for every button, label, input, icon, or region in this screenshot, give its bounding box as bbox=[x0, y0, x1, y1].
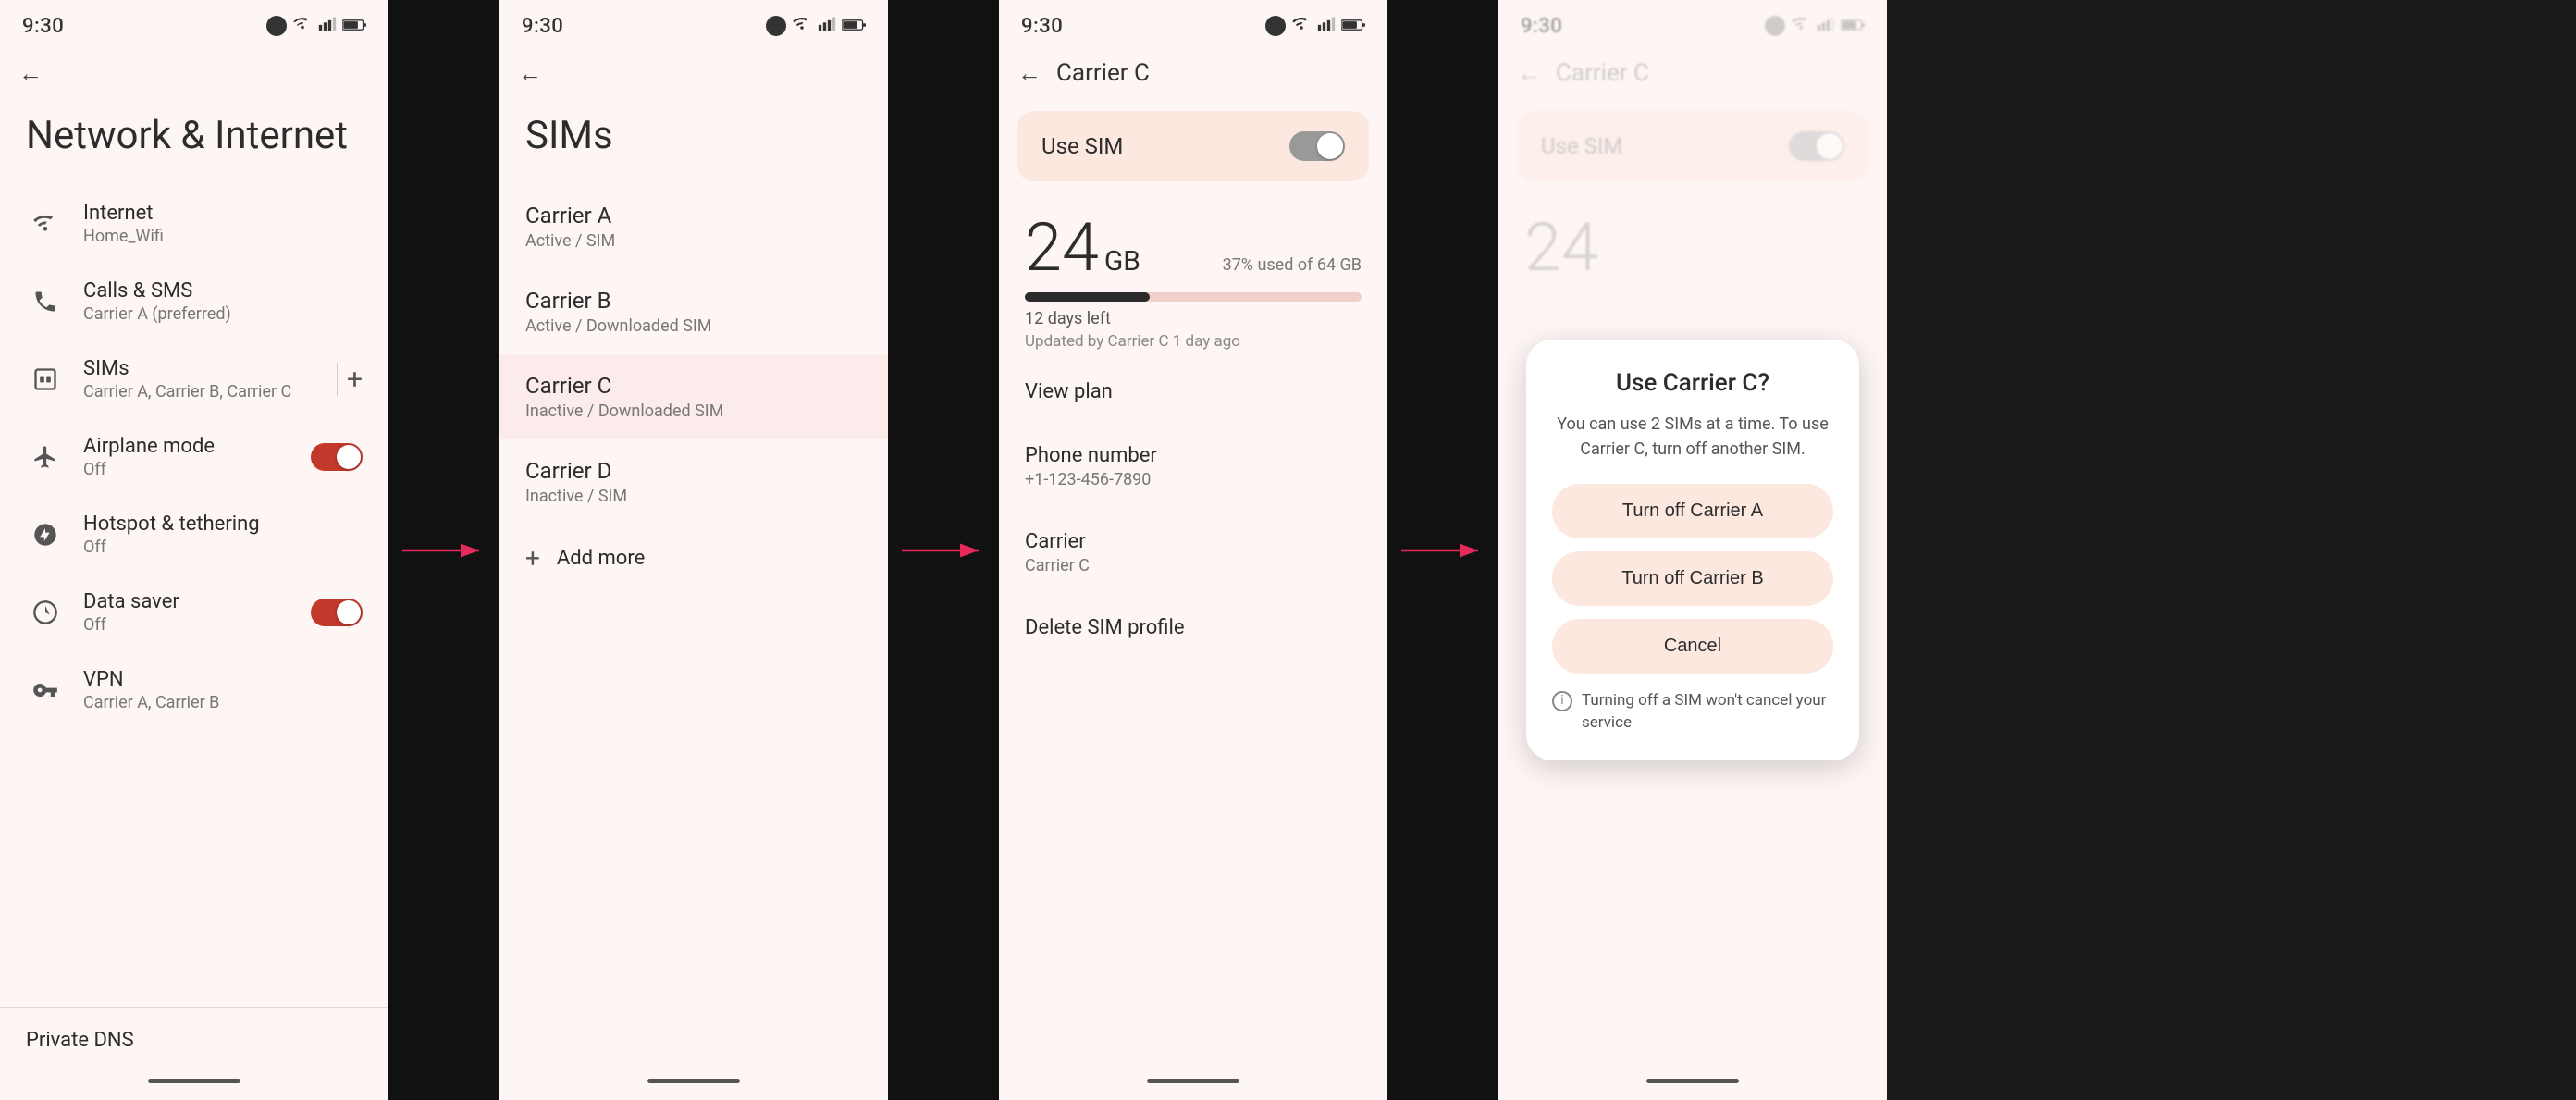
delete-profile-item[interactable]: Delete SIM profile bbox=[999, 596, 1387, 660]
status-bar-1: 9:30 bbox=[0, 0, 388, 48]
camera-icon-3 bbox=[1265, 16, 1286, 36]
phone-number-item: Phone number +1-123-456-7890 bbox=[999, 424, 1387, 510]
battery-icon-3 bbox=[1341, 18, 1365, 35]
wifi-menu-icon bbox=[26, 204, 65, 243]
menu-item-hotspot[interactable]: Hotspot & tethering Off bbox=[0, 496, 388, 574]
menu-item-calls[interactable]: Calls & SMS Carrier A (preferred) bbox=[0, 263, 388, 340]
menu-item-sims[interactable]: SIMs Carrier A, Carrier B, Carrier C + bbox=[0, 340, 388, 418]
airplane-toggle[interactable] bbox=[311, 443, 363, 471]
vpn-menu-icon bbox=[26, 671, 65, 710]
battery-icon-1 bbox=[342, 18, 366, 35]
back-row-2: ← bbox=[499, 48, 888, 94]
data-bar-bg bbox=[1025, 292, 1362, 302]
back-arrow-1[interactable]: ← bbox=[18, 59, 43, 88]
use-sim-toggle[interactable] bbox=[1289, 131, 1345, 161]
private-dns-row[interactable]: Private DNS bbox=[0, 1007, 388, 1072]
menu-item-datasaver-text: Data saver Off bbox=[83, 590, 311, 635]
menu-item-vpn-text: VPN Carrier A, Carrier B bbox=[83, 668, 363, 712]
back-arrow-3[interactable]: ← bbox=[1017, 59, 1041, 88]
screen4: 9:30 ← Carrier C Use SIM bbox=[1498, 0, 1887, 1100]
signal-icon-1 bbox=[318, 17, 337, 35]
add-more-btn[interactable]: + Add more bbox=[499, 525, 888, 592]
nav-line-2 bbox=[647, 1079, 740, 1083]
cancel-btn[interactable]: Cancel bbox=[1552, 619, 1833, 674]
status-icons-1 bbox=[266, 16, 366, 36]
back-row-3: ← Carrier C bbox=[999, 48, 1387, 94]
turn-off-carrier-a-btn[interactable]: Turn off Carrier A bbox=[1552, 484, 1833, 538]
status-icons-3 bbox=[1265, 16, 1365, 36]
status-time-3: 9:30 bbox=[1021, 15, 1063, 38]
menu-item-sims-text: SIMs Carrier A, Carrier B, Carrier C bbox=[83, 357, 337, 402]
menu-item-calls-text: Calls & SMS Carrier A (preferred) bbox=[83, 279, 363, 324]
status-icons-2 bbox=[766, 16, 866, 36]
airplane-menu-icon bbox=[26, 438, 65, 476]
camera-icon-2 bbox=[766, 16, 786, 36]
carrier-item: Carrier Carrier C bbox=[999, 510, 1387, 596]
data-days: 12 days left bbox=[1025, 309, 1362, 328]
status-bar-3: 9:30 bbox=[999, 0, 1387, 48]
sep3 bbox=[1387, 0, 1498, 1100]
sep1 bbox=[388, 0, 499, 1100]
screen1: 9:30 ← Network & Internet Internet Home_… bbox=[0, 0, 388, 1100]
camera-icon bbox=[266, 16, 287, 36]
battery-icon-2 bbox=[842, 18, 866, 35]
view-plan-item[interactable]: View plan bbox=[999, 360, 1387, 424]
dialog-title: Use Carrier C? bbox=[1552, 369, 1833, 397]
data-bar-fill bbox=[1025, 292, 1150, 302]
menu-item-vpn[interactable]: VPN Carrier A, Carrier B bbox=[0, 651, 388, 729]
add-sim-btn[interactable]: + bbox=[347, 364, 363, 396]
menu-item-internet-text: Internet Home_Wifi bbox=[83, 202, 363, 246]
sim-carrier-c[interactable]: Carrier C Inactive / Downloaded SIM bbox=[499, 354, 888, 439]
back-row-1: ← bbox=[0, 48, 388, 94]
status-time-1: 9:30 bbox=[22, 15, 64, 38]
wifi-icon-1 bbox=[292, 17, 313, 35]
data-section: 24GB 37% used of 64 GB 12 days left Upda… bbox=[999, 198, 1387, 360]
sims-divider bbox=[337, 363, 338, 396]
use-sim-row[interactable]: Use SIM bbox=[1017, 111, 1369, 181]
data-percent: 37% used of 64 GB bbox=[1223, 255, 1362, 275]
menu-item-internet[interactable]: Internet Home_Wifi bbox=[0, 185, 388, 263]
datasaver-menu-icon bbox=[26, 593, 65, 632]
nav-line-1 bbox=[148, 1079, 240, 1083]
sim-carrier-a[interactable]: Carrier A Active / SIM bbox=[499, 184, 888, 269]
wifi-icon-3 bbox=[1291, 17, 1312, 35]
menu-item-airplane-text: Airplane mode Off bbox=[83, 435, 311, 479]
screen1-title: Network & Internet bbox=[0, 94, 388, 185]
datasaver-toggle[interactable] bbox=[311, 599, 363, 626]
wifi-icon-2 bbox=[792, 17, 812, 35]
add-more-plus-icon: + bbox=[525, 543, 540, 574]
menu-item-datasaver[interactable]: Data saver Off bbox=[0, 574, 388, 651]
dialog-overlay: Use Carrier C? You can use 2 SIMs at a t… bbox=[1498, 0, 1887, 1100]
data-unit: GB bbox=[1104, 245, 1140, 278]
phone-menu-icon bbox=[26, 282, 65, 321]
signal-icon-3 bbox=[1317, 17, 1336, 35]
turn-off-carrier-b-btn[interactable]: Turn off Carrier B bbox=[1552, 551, 1833, 606]
info-icon: i bbox=[1552, 691, 1572, 711]
hotspot-menu-icon bbox=[26, 515, 65, 554]
dialog-box: Use Carrier C? You can use 2 SIMs at a t… bbox=[1526, 340, 1859, 760]
sims-actions: + bbox=[337, 363, 363, 396]
back-arrow-2[interactable]: ← bbox=[518, 59, 542, 88]
status-time-2: 9:30 bbox=[522, 15, 563, 38]
dialog-note: i Turning off a SIM won't cancel your se… bbox=[1552, 690, 1833, 735]
sim-carrier-d[interactable]: Carrier D Inactive / SIM bbox=[499, 439, 888, 525]
sim-menu-icon bbox=[26, 360, 65, 399]
dialog-description: You can use 2 SIMs at a time. To use Car… bbox=[1552, 412, 1833, 462]
status-bar-2: 9:30 bbox=[499, 0, 888, 48]
signal-icon-2 bbox=[818, 17, 836, 35]
sep2 bbox=[888, 0, 999, 1100]
sim-carrier-b[interactable]: Carrier B Active / Downloaded SIM bbox=[499, 269, 888, 354]
screen2-title: SIMs bbox=[499, 94, 888, 184]
nav-line-3 bbox=[1147, 1079, 1239, 1083]
data-updated: Updated by Carrier C 1 day ago bbox=[1025, 332, 1362, 351]
screen2: 9:30 ← SIMs Carrier A Active / SIM Carri… bbox=[499, 0, 888, 1100]
data-amount: 24 bbox=[1025, 208, 1099, 287]
screen3: 9:30 ← Carrier C Use SIM 24GB 37% use bbox=[999, 0, 1387, 1100]
menu-item-airplane[interactable]: Airplane mode Off bbox=[0, 418, 388, 496]
menu-item-hotspot-text: Hotspot & tethering Off bbox=[83, 513, 363, 557]
